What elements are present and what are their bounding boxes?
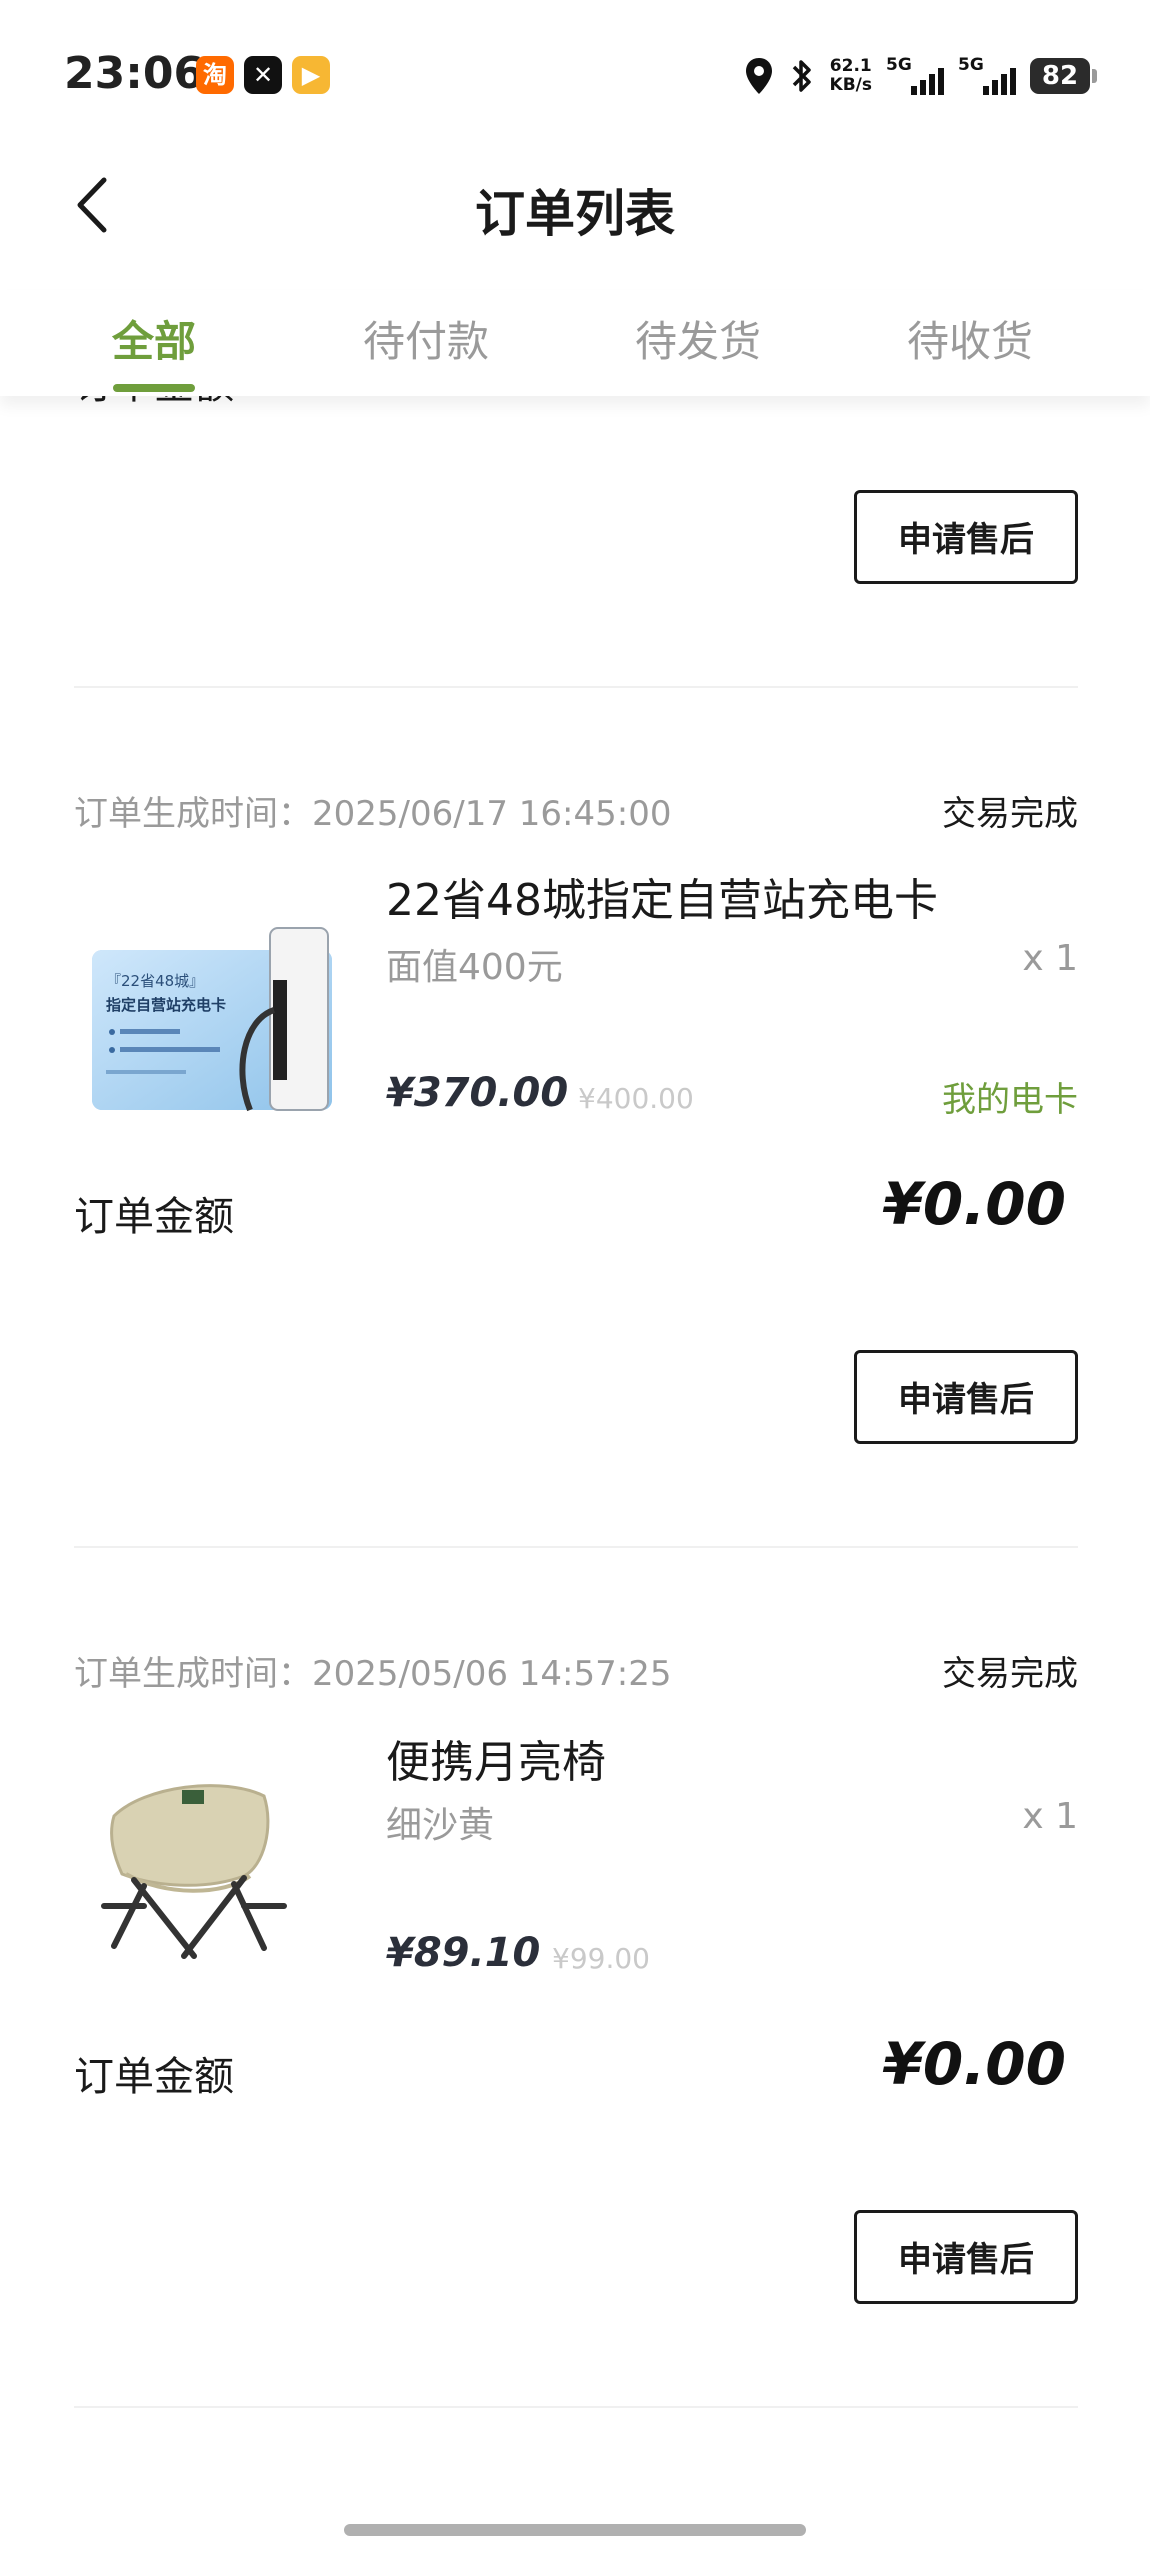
order-divider-wrap — [74, 2406, 1078, 2408]
signal-2-icon: 5G — [958, 55, 1016, 97]
active-tab-indicator — [113, 384, 195, 392]
video-app-icon: ▶ — [292, 56, 330, 94]
order-amount-label: 订单金额 — [74, 2054, 234, 2100]
order-status: 交易完成 — [942, 794, 1078, 834]
order-amount-label: 订单金额 — [74, 1194, 234, 1240]
taobao-app-icon: 淘 — [196, 56, 234, 94]
item-spec: 面值400元 — [386, 947, 563, 988]
location-icon — [745, 58, 772, 94]
order-tabs: 全部 待付款 待发货 待收货 — [0, 290, 1150, 396]
item-spec: 细沙黄 — [386, 1805, 495, 1846]
order-list[interactable]: 订单金额 ¥0.00 申请售后 订单生成时间：2025/06/17 16:45:… — [0, 396, 1150, 2496]
order-divider — [74, 2406, 1078, 2408]
order-actions: 申请售后 — [74, 1350, 1078, 1444]
order-divider — [74, 686, 1078, 688]
order-time: 订单生成时间：2025/06/17 16:45:00 — [74, 794, 672, 834]
order-divider — [74, 1546, 1078, 1548]
item-quantity: x 1 — [1022, 1796, 1078, 1837]
page-title: 订单列表 — [475, 185, 675, 243]
svg-text:『22省48城』: 『22省48城』 — [106, 972, 204, 990]
signal-1-icon: 5G — [886, 55, 944, 97]
svg-text:指定自营站充电卡: 指定自营站充电卡 — [106, 996, 226, 1014]
app-header: 订单列表 — [0, 150, 1150, 260]
moon-chair-thumbnail[interactable] — [74, 1756, 354, 1996]
tab-pending-payment[interactable]: 待付款 — [326, 308, 526, 369]
network-speed: 62.1 KB/s — [829, 56, 872, 95]
item-price: ¥89.10 — [386, 1930, 541, 1976]
order-card: 订单生成时间：2025/05/06 14:57:25 交易完成 便携月亮椅 细沙… — [74, 1640, 1078, 2110]
home-indicator[interactable] — [344, 2524, 806, 2536]
status-indicators: 62.1 KB/s 5G 5G 82 — [744, 52, 1097, 100]
status-bar: 23:06 淘 ✕ ▶ 62.1 KB/s 5G 5G 82 — [0, 0, 1150, 150]
tab-all[interactable]: 全部 — [54, 308, 254, 369]
tab-pending-receipt[interactable]: 待收货 — [870, 308, 1070, 369]
order-amount-value: ¥0.00 — [882, 1170, 1066, 1238]
order-card-partial: 订单金额 ¥0.00 申请售后 — [74, 396, 1078, 688]
item-original-price: ¥99.00 — [552, 1942, 650, 1975]
xpeng-app-icon: ✕ — [244, 56, 282, 94]
item-quantity: x 1 — [1022, 938, 1078, 979]
order-time: 订单生成时间：2025/05/06 14:57:25 — [74, 1654, 672, 1694]
my-charging-card-link[interactable]: 我的电卡 — [942, 1072, 1078, 1121]
tab-pending-shipment[interactable]: 待发货 — [598, 308, 798, 369]
order-amount-value: ¥0.00 — [883, 396, 1066, 406]
item-title[interactable]: 便携月亮椅 — [386, 1726, 606, 1790]
after-sale-button[interactable]: 申请售后 — [854, 1350, 1078, 1444]
item-original-price: ¥400.00 — [578, 1082, 694, 1115]
item-price: ¥370.00 — [386, 1070, 569, 1116]
status-time: 23:06 — [64, 48, 205, 99]
order-divider-wrap — [74, 1546, 1078, 1548]
after-sale-button[interactable]: 申请售后 — [854, 2210, 1078, 2304]
charging-card-thumbnail[interactable]: 『22省48城』 指定自营站充电卡 — [74, 910, 354, 1150]
order-status: 交易完成 — [942, 1654, 1078, 1694]
battery-icon: 82 — [1030, 58, 1097, 94]
item-title[interactable]: 22省48城指定自营站充电卡 — [386, 864, 938, 928]
order-actions: 申请售后 — [74, 2210, 1078, 2304]
order-amount-label: 订单金额 — [74, 396, 234, 410]
order-amount-value: ¥0.00 — [882, 2030, 1066, 2098]
after-sale-button[interactable]: 申请售后 — [854, 490, 1078, 584]
order-card: 订单生成时间：2025/06/17 16:45:00 交易完成 『22省48城』… — [74, 780, 1078, 1250]
bluetooth-icon — [792, 60, 811, 92]
